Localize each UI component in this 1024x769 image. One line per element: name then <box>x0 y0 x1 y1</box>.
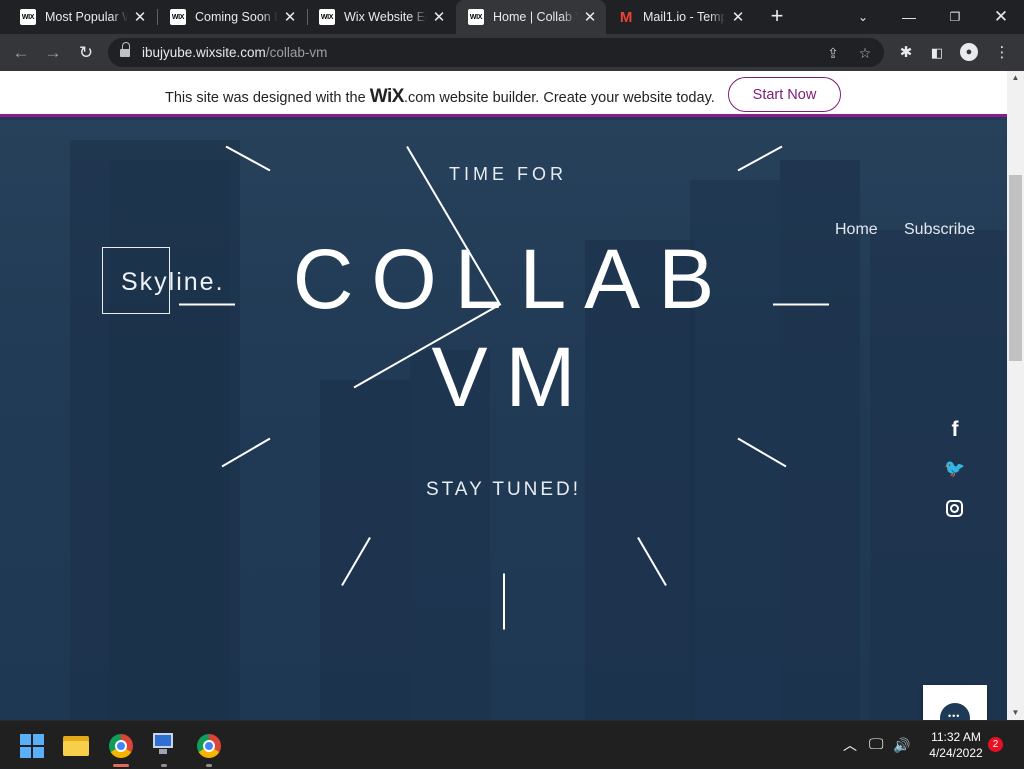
tab-most-popular[interactable]: WIX Most Popular W ✕ <box>8 0 156 34</box>
lock-icon[interactable] <box>120 42 130 58</box>
page-viewport: This site was designed with the WiX.com … <box>0 71 1007 720</box>
reload-icon[interactable]: ↻ <box>73 40 99 66</box>
facebook-icon[interactable]: f <box>944 419 966 441</box>
tab-strip: WIX Most Popular W ✕ WIX Coming Soon La … <box>0 0 1024 34</box>
forward-icon[interactable]: → <box>40 40 66 66</box>
extensions-icon[interactable]: ✱ <box>896 43 916 63</box>
running-indicator <box>161 764 167 767</box>
wix-favicon-icon: WIX <box>319 9 335 25</box>
network-icon[interactable]: 🖵 <box>869 721 883 769</box>
remote-desktop-icon[interactable] <box>151 733 177 757</box>
browser-toolbar: ← → ↻ ibujyube.wixsite.com/collab-vm ⇪ ☆… <box>0 34 1024 71</box>
hero-section: TIME FOR Skyline. Home Subscribe COLLAB … <box>0 120 1007 720</box>
scroll-up-arrow-icon[interactable]: ▲ <box>1007 71 1024 85</box>
start-icon[interactable] <box>20 734 44 758</box>
wix-favicon-icon: WIX <box>20 9 36 25</box>
chat-widget-button[interactable]: ••• <box>923 685 987 720</box>
wix-banner: This site was designed with the WiX.com … <box>0 71 1007 117</box>
side-panel-icon[interactable]: ◧ <box>927 43 947 63</box>
decorative-rays <box>179 145 829 630</box>
system-clock[interactable]: 11:32 AM 4/24/2022 <box>918 729 994 761</box>
instagram-icon[interactable] <box>944 498 966 520</box>
close-icon[interactable]: ✕ <box>730 8 746 26</box>
chrome-icon[interactable] <box>197 734 221 758</box>
tab-title: Wix Website Edi <box>344 10 427 24</box>
tab-title: Mail1.io - Temp <box>643 10 726 24</box>
gmail-favicon-icon: M <box>619 8 633 26</box>
tab-title: Coming Soon La <box>195 10 278 24</box>
running-indicator <box>206 764 212 767</box>
chrome-profile-icon[interactable] <box>109 734 133 758</box>
scroll-down-arrow-icon[interactable]: ▼ <box>1007 706 1024 720</box>
wix-favicon-icon: WIX <box>468 9 484 25</box>
address-bar[interactable]: ibujyube.wixsite.com/collab-vm ⇪ ☆ <box>108 38 884 67</box>
twitter-icon[interactable]: 🐦 <box>944 458 966 480</box>
scroll-thumb[interactable] <box>1009 175 1022 361</box>
restore-icon[interactable]: ❐ <box>932 0 978 34</box>
new-tab-button[interactable]: + <box>765 4 789 28</box>
tab-mail1[interactable]: M Mail1.io - Temp ✕ <box>606 0 754 34</box>
close-icon[interactable]: ✕ <box>132 8 148 26</box>
tab-title: Home | Collab V <box>493 10 578 24</box>
clock-time: 11:32 AM <box>931 730 981 744</box>
window-close-icon[interactable]: ✕ <box>978 0 1024 34</box>
tab-title: Most Popular W <box>45 10 128 24</box>
clock-date: 4/24/2022 <box>929 746 983 760</box>
profile-avatar-icon[interactable]: ● <box>960 43 978 61</box>
close-icon[interactable]: ✕ <box>282 8 298 26</box>
page-scrollbar[interactable]: ▲ ▼ <box>1007 71 1024 720</box>
banner-text: This site was designed with the WiX.com … <box>165 86 715 107</box>
url-text[interactable]: ibujyube.wixsite.com/collab-vm <box>142 45 327 60</box>
tab-coming-soon[interactable]: WIX Coming Soon La ✕ <box>158 0 306 34</box>
tab-wix-editor[interactable]: WIX Wix Website Edi ✕ <box>307 0 455 34</box>
tab-home-collab[interactable]: WIX Home | Collab V ✕ <box>456 0 606 34</box>
show-hidden-icons-chevron-icon[interactable]: ︿ <box>843 721 857 769</box>
wix-logo: WiX <box>369 86 405 107</box>
wix-favicon-icon: WIX <box>170 9 186 25</box>
minimize-icon[interactable]: — <box>886 0 932 34</box>
back-icon[interactable]: ← <box>8 40 34 66</box>
close-icon[interactable]: ✕ <box>582 8 598 26</box>
active-indicator <box>113 764 129 767</box>
bookmark-star-icon[interactable]: ☆ <box>856 44 874 62</box>
windows-taskbar: ︿ 🖵 🔊 11:32 AM 4/24/2022 2 <box>0 720 1024 768</box>
close-icon[interactable]: ✕ <box>431 8 447 26</box>
menu-kebab-icon[interactable]: ⋮ <box>992 43 1012 63</box>
tab-search-icon[interactable]: ⌄ <box>840 0 886 34</box>
file-explorer-icon[interactable] <box>63 734 91 762</box>
chat-bubble-icon: ••• <box>940 703 970 720</box>
volume-icon[interactable]: 🔊 <box>893 721 910 769</box>
notification-badge[interactable]: 2 <box>988 737 1003 752</box>
share-icon[interactable]: ⇪ <box>824 44 842 62</box>
start-now-button[interactable]: Start Now <box>728 77 841 112</box>
